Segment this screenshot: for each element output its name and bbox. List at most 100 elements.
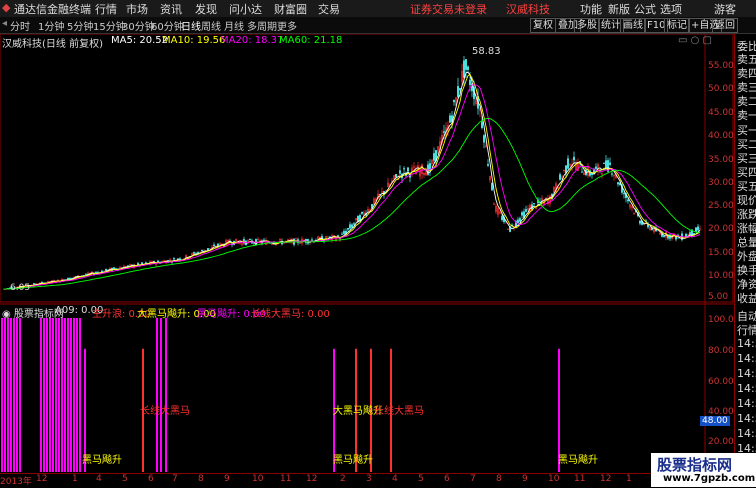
quote-field: 14:5 [737,382,756,395]
date-tick: 6 [444,474,450,484]
date-tick: 5 [122,474,128,484]
ytick: 20.00 [708,224,734,234]
biaoji-button[interactable]: 标记 [664,18,690,33]
candle-body [611,173,613,175]
period-toolbar: ◂ 分时 1分钟 5分钟 15分钟 30分钟 60分钟 日线 周线 月线 多周期… [0,17,756,34]
stock-label: 汉威科技(日线 前复权) [2,39,103,50]
candle-body [565,165,567,174]
candle-body [501,216,503,221]
menu-shichang[interactable]: 市场 [126,1,148,17]
candle-body [457,86,459,97]
ytick: 25.00 [708,201,734,211]
menu-jiaoyi[interactable]: 交易 [318,1,340,17]
candle-body [603,162,605,164]
period-week[interactable]: 周线 [201,18,221,33]
menu-gongshi[interactable]: 公式 [634,1,656,17]
signal-bar [160,318,162,472]
ma20-line [3,84,701,290]
candle-body [573,156,575,161]
login-alert[interactable]: 证券交易未登录 [410,1,487,17]
date-axis: 2013年 12 1 4 5 6 7 8 9 10 11 12 2 3 4 5 6 7 8 9 10 11 12 1 [0,473,651,488]
user-guest[interactable]: 游客 [714,1,736,17]
ma60-label: MA60: 21.18 [279,35,343,46]
signal-label: 长线大黑马 [140,406,190,417]
candle-body [263,239,265,241]
back-button[interactable]: 返回 [712,18,738,33]
candle-body [197,252,199,254]
ytick: 45.00 [708,108,734,118]
period-day[interactable]: 日线 [181,18,201,33]
candle-body [341,233,343,235]
watermark-logo: 股票指标网 www.7gpzb.com [651,453,756,487]
ma5-label: MA5: 20.52 [111,35,169,46]
ind-ytick: 60.00 [708,377,734,387]
quote-field: 行情 [737,324,756,337]
chart-control-icons[interactable]: ▭ ○ ▢ [678,35,712,46]
signal-bar [67,318,69,472]
candle-body [685,233,687,237]
candle-body [249,238,251,241]
candle-body [609,162,611,165]
candle-body [433,153,435,161]
indicator-settings-icon[interactable]: ◉ [2,309,11,320]
signal-bar [64,318,66,472]
signal-bar [40,318,42,472]
signal-bar [156,318,158,472]
ytick: 40.00 [708,131,734,141]
signal-bar [13,318,15,472]
menu-xuanxiang[interactable]: 选项 [660,1,682,17]
period-1min[interactable]: 1分钟 [38,18,64,33]
quote-field: 14:5 [737,337,756,350]
candle-body [689,232,691,236]
period-more[interactable]: 更多 [277,18,297,33]
period-30min[interactable]: 30分钟 [122,18,155,33]
indicator-bars [1,318,560,472]
date-tick: 11 [574,474,586,484]
candle-body [449,115,451,123]
candle-body [193,252,195,254]
ma60-line [3,117,701,290]
low-price-label: 6.05 [10,283,31,293]
left-arrow-icon[interactable]: ◂ [2,18,7,29]
signal-bar [1,318,3,472]
signal-bar [76,318,78,472]
period-fenshi[interactable]: 分时 [10,18,30,33]
title-bar: ◆ 通达信金融终端 行情 市场 资讯 发现 问小达 财富圈 交易 证券交易未登录… [0,0,756,18]
candle-body [693,233,695,235]
period-60min[interactable]: 60分钟 [151,18,184,33]
candle-body [399,170,401,174]
menu-zixun[interactable]: 资讯 [160,1,182,17]
stock-title: 汉威科技 [506,3,550,16]
huaxian-button[interactable]: 画线 [620,18,646,33]
period-month[interactable]: 月线 [224,18,244,33]
signal-bar [19,318,21,472]
candle-body [481,121,483,128]
menu-faxian[interactable]: 发现 [195,1,217,17]
quote-field: 14:5 [737,397,756,410]
high-price-label: 58.83 [472,46,501,57]
quote-field: 卖一 [737,109,756,122]
duogu-button[interactable]: 多股 [574,18,600,33]
candle-body [487,164,489,166]
candle-body [567,158,569,169]
menu-gongneng[interactable]: 功能 [580,1,602,17]
watermark-url: www.7gpzb.com [663,473,756,484]
period-15min[interactable]: 15分钟 [93,18,126,33]
menu-wenxiaoda[interactable]: 问小达 [229,1,262,17]
price-chart[interactable] [0,34,734,487]
ma10-line [3,73,701,290]
candle-body [623,192,625,195]
date-tick: 4 [392,474,398,484]
ma5-line [3,71,701,290]
signal-bar [165,318,167,472]
period-5min[interactable]: 5分钟 [67,18,93,33]
fuquan-button[interactable]: 复权 [530,18,556,33]
menu-hangqing[interactable]: 行情 [95,1,117,17]
signal-bar [4,318,6,472]
period-multi[interactable]: 多周期 [247,18,277,33]
menu-xinban[interactable]: 新版 [608,1,630,17]
menu-caifuquan[interactable]: 财富圈 [274,1,307,17]
date-tick: 9 [224,474,230,484]
candle-body [157,260,159,263]
candle-body [559,174,561,180]
